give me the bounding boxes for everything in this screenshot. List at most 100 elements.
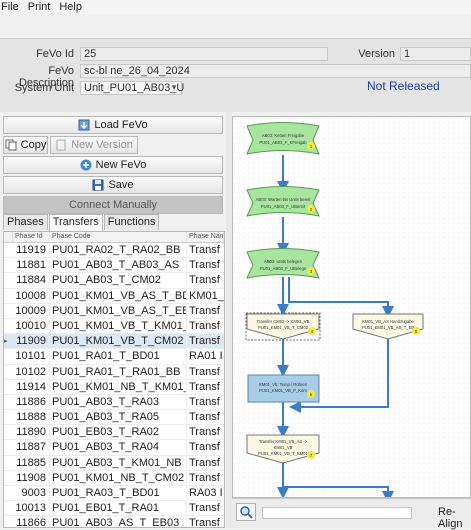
- column-phase-code[interactable]: Phase Code: [50, 232, 187, 242]
- tab-functions[interactable]: Functions: [103, 214, 160, 230]
- table-row[interactable]: 11890 PU01_EB03_T_RA02 Transf: [4, 425, 224, 441]
- column-phase-name[interactable]: Phase Name: [187, 232, 224, 242]
- tab-phases[interactable]: Phases: [3, 214, 48, 230]
- phase-id-cell[interactable]: 9003: [13, 486, 50, 501]
- phase-id-cell[interactable]: 10009: [13, 303, 50, 318]
- phase-id-cell[interactable]: 11914: [13, 379, 50, 394]
- table-row[interactable]: 11886 PU01_AB03_T_RA03 Transf: [4, 394, 224, 411]
- phase-name-cell[interactable]: KM01_: [187, 289, 224, 303]
- table-row[interactable]: 11881 PU01_AB03_T_AB03_AS Transf: [4, 258, 224, 274]
- phase-code-cell[interactable]: PU01_AB03_T_AB03_AS: [50, 258, 187, 273]
- phase-name-cell[interactable]: Transf: [187, 319, 224, 333]
- phase-id-cell[interactable]: 10010: [13, 318, 50, 334]
- re-align-button[interactable]: Re-Align: [438, 506, 471, 530]
- table-row[interactable]: 11919 PU01_RA02_T_RA02_BB Transf: [4, 243, 224, 259]
- tab-transfers[interactable]: Transfers: [48, 214, 103, 231]
- phase-name-cell[interactable]: Transf: [187, 243, 224, 257]
- save-button[interactable]: Save: [3, 176, 223, 194]
- table-row[interactable]: 10102 PU01_RA01_T_RA01_BB Transf: [4, 364, 224, 380]
- table-row[interactable]: 10008PU01_KM01_VB_AS_T_BD01KM01_: [4, 288, 224, 304]
- phase-id-cell[interactable]: 11886: [13, 394, 50, 410]
- phase-id-cell[interactable]: 11866: [13, 516, 50, 527]
- menu-print[interactable]: Print: [27, 0, 56, 14]
- phase-id-cell[interactable]: 10102: [13, 364, 50, 379]
- phase-name-cell[interactable]: Transf: [187, 365, 224, 379]
- phase-name-cell[interactable]: Transf: [187, 456, 224, 470]
- phase-name-cell[interactable]: Transf: [187, 273, 224, 287]
- phase-code-cell[interactable]: PU01_KM01_NB_T_CM02: [50, 470, 187, 485]
- table-row[interactable]: 11908 PU01_KM01_NB_T_CM02 Transf: [4, 470, 224, 486]
- phase-id-cell[interactable]: 11885: [13, 455, 50, 470]
- connect-manually-button[interactable]: Connect Manually: [3, 196, 223, 214]
- table-row[interactable]: 9003 PU01_RA03_T_BD01 RA03 I: [4, 486, 224, 502]
- system-unit-select[interactable]: Unit_PU01_AB03_U ▼: [80, 81, 184, 95]
- phase-name-cell[interactable]: RA01 I: [187, 349, 224, 363]
- phase-code-cell[interactable]: PU01_EB03_T_RA02: [50, 425, 187, 440]
- phase-code-cell[interactable]: PU01_EB01_T_RA01: [50, 501, 187, 516]
- fevo-id-field[interactable]: 25: [80, 47, 328, 61]
- phase-id-cell[interactable]: 11887: [13, 440, 50, 455]
- phase-code-cell[interactable]: PU01_KM01_NB_T_KM01_NB: [50, 379, 187, 394]
- phase-code-cell[interactable]: PU01_AB03_T_RA03: [50, 394, 187, 410]
- phase-code-cell[interactable]: PU01_AB03_AS_T_EB03: [50, 516, 187, 527]
- new-fevo-button[interactable]: New FeVo: [3, 156, 223, 174]
- new-version-button[interactable]: New Version: [50, 136, 138, 154]
- phase-code-cell[interactable]: PU01_AB03_T_KM01_NB: [50, 455, 187, 470]
- column-phase-id[interactable]: Phase Id: [13, 232, 50, 242]
- version-field[interactable]: 1: [400, 47, 471, 61]
- phase-code-cell[interactable]: PU01_RA03_T_BD01: [50, 486, 187, 501]
- phase-code-cell[interactable]: PU01_RA01_T_BD01: [50, 349, 187, 364]
- phase-name-cell[interactable]: RA03 I: [187, 486, 224, 500]
- phase-name-cell[interactable]: Transf: [187, 258, 224, 272]
- phase-name-cell[interactable]: Transf: [187, 395, 224, 409]
- phase-id-cell[interactable]: 11919: [13, 243, 50, 258]
- table-row[interactable]: 11887 PU01_AB03_T_RA04 Transf: [4, 440, 224, 456]
- table-row[interactable]: 11866 PU01_AB03_AS_T_EB03 Transf: [4, 516, 224, 527]
- phase-id-cell[interactable]: 10013: [13, 501, 50, 516]
- phase-name-cell[interactable]: Transf: [187, 425, 224, 439]
- phase-name-cell[interactable]: Transf: [187, 440, 224, 454]
- menu-file[interactable]: File: [0, 0, 24, 14]
- table-row[interactable]: ▸ 11909 PU01_KM01_VB_T_CM02 Transf: [4, 334, 224, 350]
- flow-node-3[interactable]: AB03: Units belegen PU01_AB03_F_UBelege …: [246, 248, 320, 279]
- phase-code-cell[interactable]: PU01_RA02_T_RA02_BB: [50, 243, 187, 258]
- phase-code-cell[interactable]: PU01_KM01_VB_T_CM02: [50, 334, 187, 349]
- phase-id-cell[interactable]: 11888: [13, 410, 50, 425]
- phase-code-cell[interactable]: PU01_AB03_T_RA04: [50, 440, 187, 455]
- table-row[interactable]: 11884 PU01_AB03_T_CM02 Transf: [4, 273, 224, 289]
- table-row[interactable]: 11885 PU01_AB03_T_KM01_NB Transf: [4, 455, 224, 471]
- zoom-button[interactable]: [236, 503, 256, 521]
- table-row[interactable]: 10009 PU01_KM01_VB_AS_T_EB01 Transf: [4, 303, 224, 319]
- phase-code-cell[interactable]: PU01_AB03_T_CM02: [50, 273, 187, 288]
- phase-id-cell[interactable]: 11881: [13, 258, 50, 273]
- table-row[interactable]: 10013 PU01_EB01_T_RA01 Transf: [4, 501, 224, 517]
- table-row[interactable]: 11914PU01_KM01_NB_T_KM01_NBTransf: [4, 379, 224, 395]
- phase-id-cell[interactable]: 10008: [13, 288, 50, 303]
- flow-node-1[interactable]: AB03: Ketten Freigabe PU01_AB03_F_KFreig…: [246, 122, 320, 155]
- flow-canvas[interactable]: AB03: Ketten Freigabe PU01_AB03_F_KFreig…: [232, 116, 471, 498]
- phase-name-cell[interactable]: Transf: [187, 410, 224, 424]
- phase-id-cell[interactable]: 11908: [13, 470, 50, 485]
- menu-help[interactable]: Help: [58, 0, 87, 14]
- load-fevo-button[interactable]: Load FeVo: [3, 116, 223, 134]
- flow-node-6[interactable]: KM01_Vb: Temp / Rühren PU01_KM01_VB_P_Ko…: [247, 374, 320, 403]
- phase-name-cell[interactable]: Transf: [187, 380, 224, 394]
- description-field[interactable]: sc-bl ne_26_04_2024: [80, 64, 471, 78]
- phase-code-cell[interactable]: PU01_KM01_VB_T_KM01_VB_AS: [50, 318, 187, 334]
- phase-name-cell[interactable]: Transf: [187, 334, 224, 348]
- copy-button[interactable]: Copy: [3, 136, 48, 154]
- phase-code-cell[interactable]: PU01_KM01_VB_AS_T_EB01: [50, 303, 187, 318]
- phase-name-cell[interactable]: Transf: [187, 304, 224, 318]
- phase-name-cell[interactable]: Transf: [187, 501, 224, 515]
- phase-code-cell[interactable]: PU01_KM01_VB_AS_T_BD01: [50, 288, 187, 303]
- phase-id-cell[interactable]: 10101: [13, 349, 50, 364]
- phase-code-cell[interactable]: PU01_RA01_T_RA01_BB: [50, 364, 187, 379]
- phase-name-cell[interactable]: Transf: [187, 516, 224, 527]
- table-row[interactable]: 11888 PU01_AB03_T_RA05 Transf: [4, 410, 224, 426]
- phase-code-cell[interactable]: PU01_AB03_T_RA05: [50, 410, 187, 425]
- flow-node-2[interactable]: AB03: Warten bis Units bereit PU01_AB03_…: [246, 186, 320, 217]
- canvas-horizontal-scrollbar[interactable]: [262, 507, 412, 519]
- table-row[interactable]: 10101 PU01_RA01_T_BD01 RA01 I: [4, 349, 224, 365]
- phase-id-cell[interactable]: 11884: [13, 273, 50, 288]
- phase-name-cell[interactable]: Transf: [187, 471, 224, 485]
